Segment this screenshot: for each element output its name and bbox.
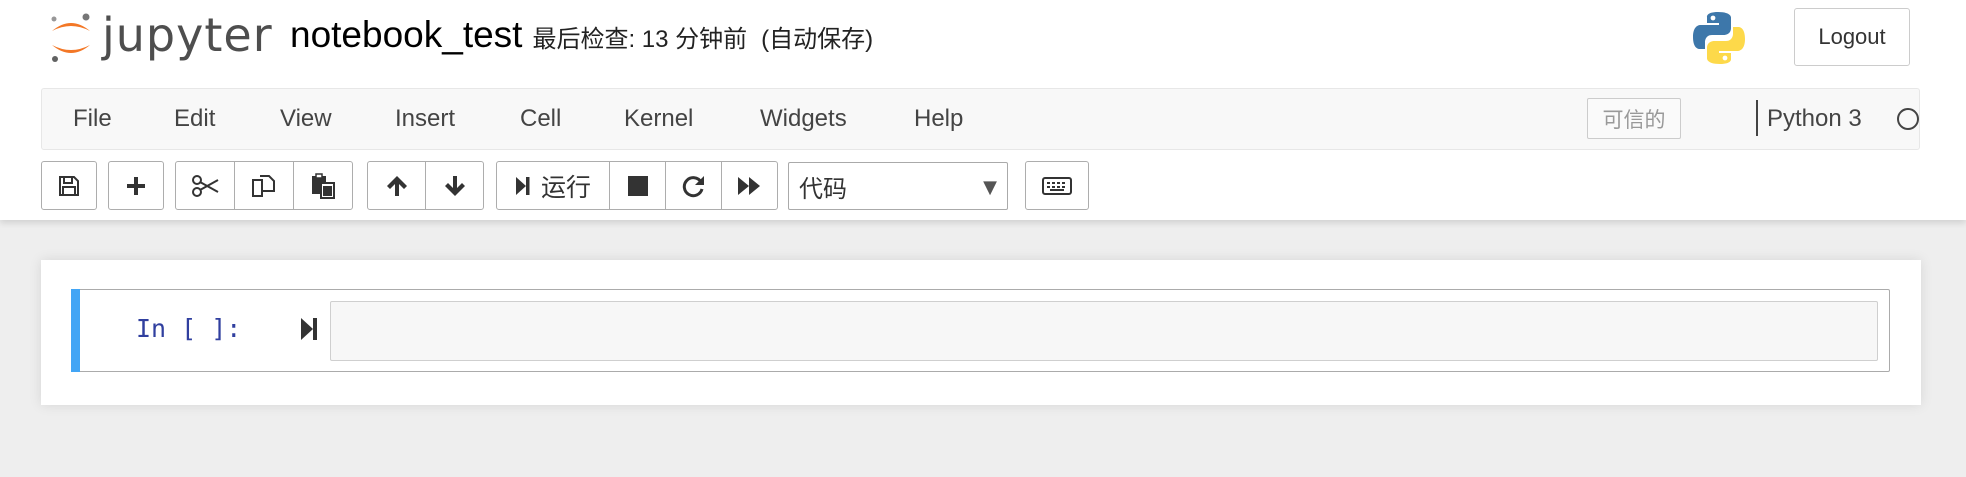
notebook-name[interactable]: notebook_test: [290, 14, 522, 56]
step-forward-icon: [301, 318, 317, 340]
cell-selection-bar: [71, 289, 80, 372]
stop-icon: [627, 175, 648, 196]
cut-button[interactable]: [175, 161, 235, 210]
repeat-icon: [682, 175, 704, 197]
move-up-button[interactable]: [367, 161, 426, 210]
title-area: notebook_test 最后检查: 13 分钟前 (自动保存): [290, 14, 873, 56]
toolbar: 运行 代码 ▼: [41, 161, 1921, 211]
autosave-status: (自动保存): [761, 26, 874, 53]
notebook-container: In [ ]:: [41, 260, 1921, 405]
restart-kernel-button[interactable]: [665, 161, 722, 210]
menubar: File Edit View Insert Cell Kernel Widget…: [41, 88, 1920, 150]
menu-help[interactable]: Help: [914, 89, 963, 149]
arrow-up-icon: [386, 175, 407, 196]
cell-type-select[interactable]: 代码 ▼: [788, 162, 1008, 210]
run-label: 运行: [540, 172, 591, 202]
paste-icon: [312, 172, 335, 199]
step-forward-icon: [515, 176, 530, 195]
paste-button[interactable]: [293, 161, 353, 210]
chevron-down-icon: ▼: [983, 177, 997, 198]
insert-cell-button[interactable]: [108, 161, 164, 210]
save-button[interactable]: [41, 161, 97, 210]
code-cell[interactable]: In [ ]:: [71, 289, 1890, 372]
cell-type-value: 代码: [799, 174, 847, 203]
menu-insert[interactable]: Insert: [395, 89, 455, 149]
run-cell-button[interactable]: [300, 316, 320, 347]
menu-edit[interactable]: Edit: [174, 89, 215, 149]
header: jupyter notebook_test 最后检查: 13 分钟前 (自动保存…: [0, 0, 1966, 220]
jupyter-logo[interactable]: jupyter: [48, 8, 273, 68]
save-icon: [59, 175, 79, 196]
input-prompt: In [ ]:: [136, 314, 242, 343]
jupyter-logo-icon: [51, 13, 90, 62]
menu-kernel[interactable]: Kernel: [624, 89, 693, 149]
checkpoint-status: 最后检查: 13 分钟前: [532, 26, 748, 53]
copy-button[interactable]: [234, 161, 294, 210]
kernel-status-icon: [1897, 108, 1919, 130]
kernel-divider: [1756, 100, 1758, 136]
fast-forward-icon: [737, 176, 760, 195]
restart-run-all-button[interactable]: [721, 161, 778, 210]
plus-icon: [127, 176, 145, 195]
code-input[interactable]: [330, 301, 1878, 361]
python-logo-icon: [1690, 9, 1748, 72]
keyboard-icon: [1042, 176, 1072, 195]
run-button[interactable]: 运行: [496, 161, 610, 210]
kernel-name: Python 3: [1767, 105, 1862, 132]
interrupt-kernel-button[interactable]: [609, 161, 666, 210]
menu-view[interactable]: View: [280, 89, 332, 149]
scissors-icon: [192, 174, 219, 197]
arrow-down-icon: [444, 175, 465, 196]
logo-text: jupyter: [102, 8, 273, 62]
menu-file[interactable]: File: [73, 89, 112, 149]
menu-widgets[interactable]: Widgets: [760, 89, 847, 149]
move-down-button[interactable]: [425, 161, 484, 210]
copy-icon: [252, 174, 275, 197]
menu-cell[interactable]: Cell: [520, 89, 561, 149]
command-palette-button[interactable]: [1025, 161, 1089, 210]
trusted-badge[interactable]: 可信的: [1587, 98, 1681, 139]
logout-button[interactable]: Logout: [1794, 8, 1910, 66]
